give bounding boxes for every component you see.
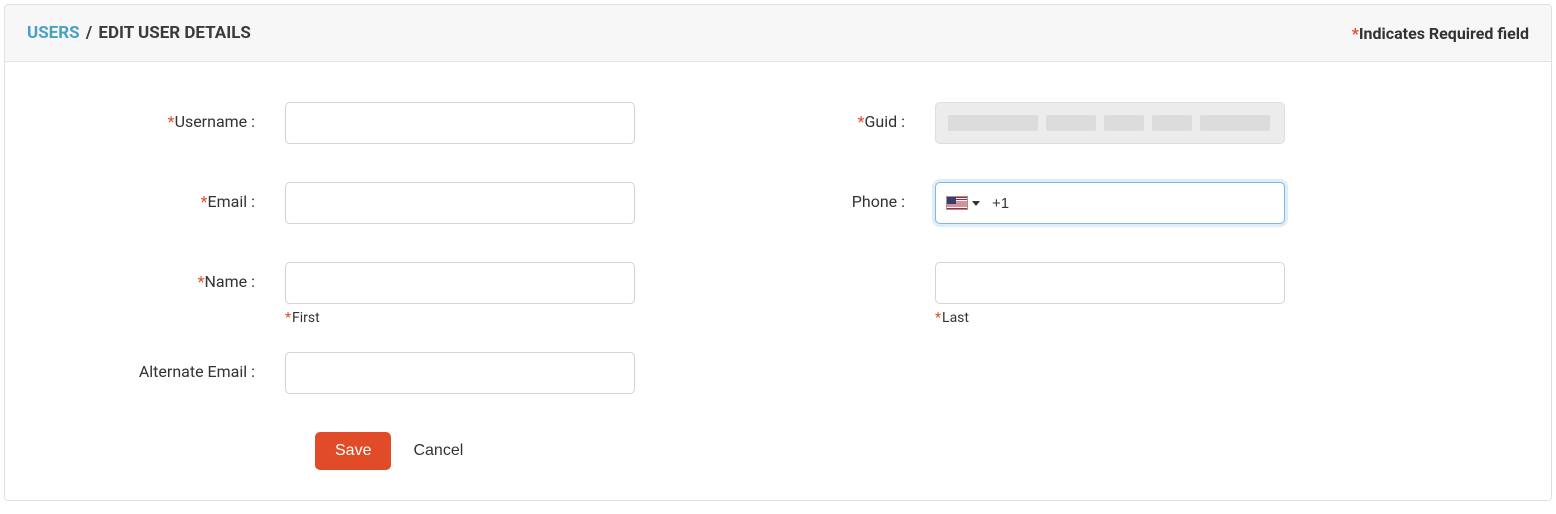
- username-field[interactable]: [285, 102, 635, 144]
- last-name-spacer: [675, 262, 935, 272]
- breadcrumb-separator: /: [86, 23, 92, 43]
- alt-email-label: Alternate Email :: [35, 352, 285, 381]
- cancel-button[interactable]: Cancel: [413, 442, 463, 460]
- required-field-note: *Indicates Required field: [1352, 24, 1529, 43]
- username-label: *Username :: [35, 102, 285, 131]
- breadcrumb-root[interactable]: USERS: [27, 23, 80, 43]
- alt-email-field[interactable]: [285, 352, 635, 394]
- first-name-field[interactable]: [285, 262, 635, 304]
- save-button[interactable]: Save: [315, 432, 391, 470]
- breadcrumb-current: EDIT USER DETAILS: [98, 23, 251, 43]
- us-flag-icon[interactable]: [946, 196, 968, 210]
- chevron-down-icon[interactable]: [972, 201, 980, 206]
- last-name-field[interactable]: [935, 262, 1285, 304]
- breadcrumb: USERS / EDIT USER DETAILS: [27, 23, 251, 43]
- first-name-sublabel: *First: [285, 310, 635, 326]
- panel-header: USERS / EDIT USER DETAILS *Indicates Req…: [5, 5, 1551, 62]
- phone-field[interactable]: [992, 183, 1276, 223]
- row-name: *Name : *First *Last: [35, 262, 1521, 326]
- email-field[interactable]: [285, 182, 635, 224]
- name-label: *Name :: [35, 262, 285, 291]
- row-alt-email: Alternate Email :: [35, 352, 1521, 394]
- phone-label: Phone :: [675, 182, 935, 211]
- email-label: *Email :: [35, 182, 285, 211]
- form-actions: Save Cancel: [315, 432, 1521, 470]
- panel-body: *Username : *Guid :: [5, 62, 1551, 500]
- row-email-phone: *Email : Phone :: [35, 182, 1521, 224]
- row-username-guid: *Username : *Guid :: [35, 102, 1521, 144]
- phone-field-wrapper: [935, 182, 1285, 224]
- last-name-sublabel: *Last: [935, 310, 1285, 326]
- guid-field: [935, 102, 1285, 144]
- edit-user-panel: USERS / EDIT USER DETAILS *Indicates Req…: [4, 4, 1552, 501]
- guid-label: *Guid :: [675, 102, 935, 131]
